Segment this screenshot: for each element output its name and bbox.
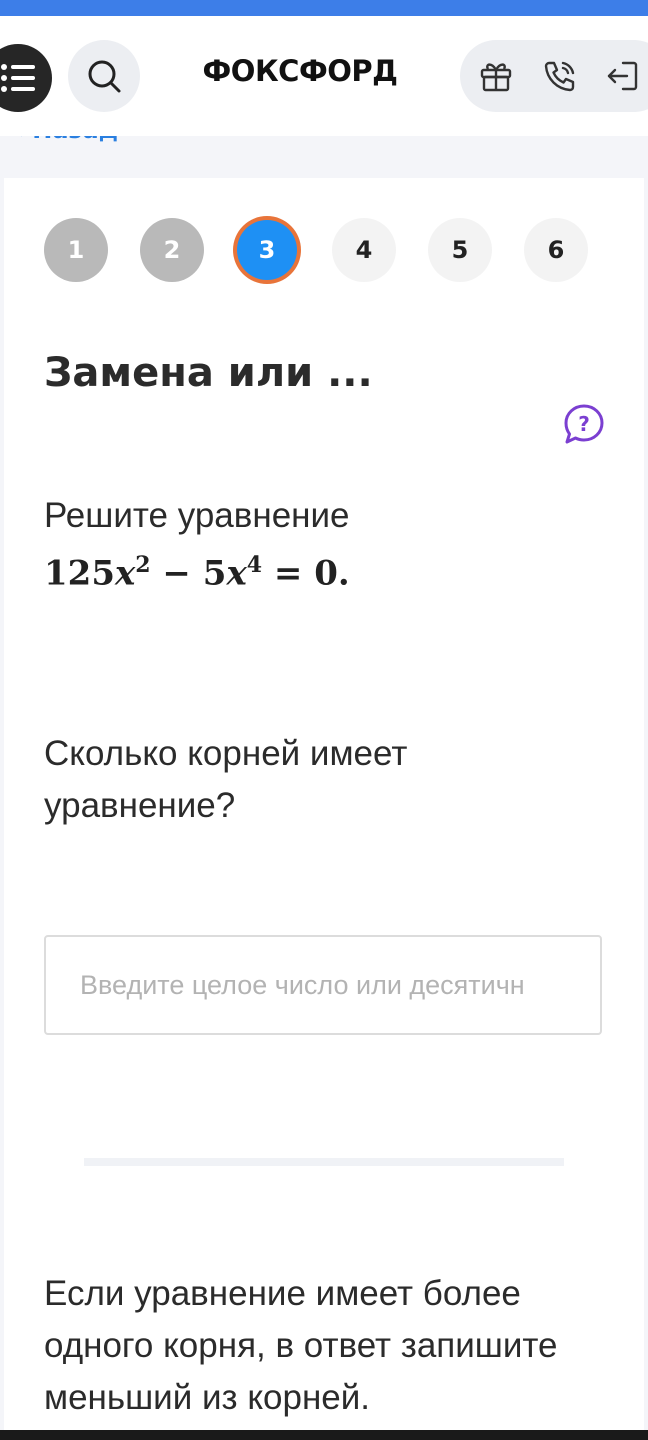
step-2[interactable]: 2 bbox=[140, 218, 204, 282]
eq-coef-b: 5 bbox=[202, 553, 227, 594]
gift-button[interactable] bbox=[478, 58, 514, 94]
eq-var-2: x bbox=[226, 553, 247, 594]
eq-rhs: = 0. bbox=[273, 553, 350, 594]
login-icon bbox=[607, 61, 638, 91]
bottom-bar bbox=[0, 1430, 648, 1440]
app-header: ФОКСФОРД bbox=[0, 16, 648, 136]
call-button[interactable] bbox=[542, 58, 578, 94]
eq-var-1: x bbox=[114, 553, 136, 594]
task-question: Сколько корней имеет уравнение? bbox=[44, 734, 408, 825]
eq-power-2: 4 bbox=[246, 552, 263, 578]
foxford-logo[interactable]: ФОКСФОРД bbox=[170, 54, 430, 88]
login-button[interactable] bbox=[604, 58, 640, 94]
eq-power-1: 2 bbox=[135, 552, 151, 578]
header-actions bbox=[460, 40, 648, 112]
eq-coef-a: 125 bbox=[44, 553, 115, 594]
answer-input[interactable] bbox=[44, 935, 602, 1035]
phone-icon bbox=[544, 61, 575, 92]
search-button[interactable] bbox=[68, 40, 140, 112]
step-3[interactable]: 3 bbox=[237, 220, 297, 280]
gift-icon bbox=[480, 63, 512, 92]
menu-button[interactable] bbox=[0, 44, 52, 112]
task-prompt: Решите уравнение bbox=[44, 496, 350, 535]
task-title: Замена или ... bbox=[44, 350, 373, 396]
step-1[interactable]: 1 bbox=[44, 218, 108, 282]
eq-minus: − bbox=[162, 553, 191, 594]
step-4[interactable]: 4 bbox=[332, 218, 396, 282]
equation: 125x2 − 5x4 = 0. bbox=[44, 552, 350, 593]
search-icon bbox=[88, 60, 121, 93]
task-note: Если уравнение имеет более одного корня,… bbox=[44, 1274, 558, 1417]
menu-icon bbox=[1, 64, 35, 92]
top-status-bar bbox=[0, 0, 648, 16]
divider bbox=[84, 1158, 564, 1166]
help-chat-icon: ? bbox=[564, 404, 604, 444]
step-5[interactable]: 5 bbox=[428, 218, 492, 282]
step-6[interactable]: 6 bbox=[524, 218, 588, 282]
help-button[interactable]: ? bbox=[562, 402, 606, 446]
svg-text:?: ? bbox=[578, 412, 590, 436]
